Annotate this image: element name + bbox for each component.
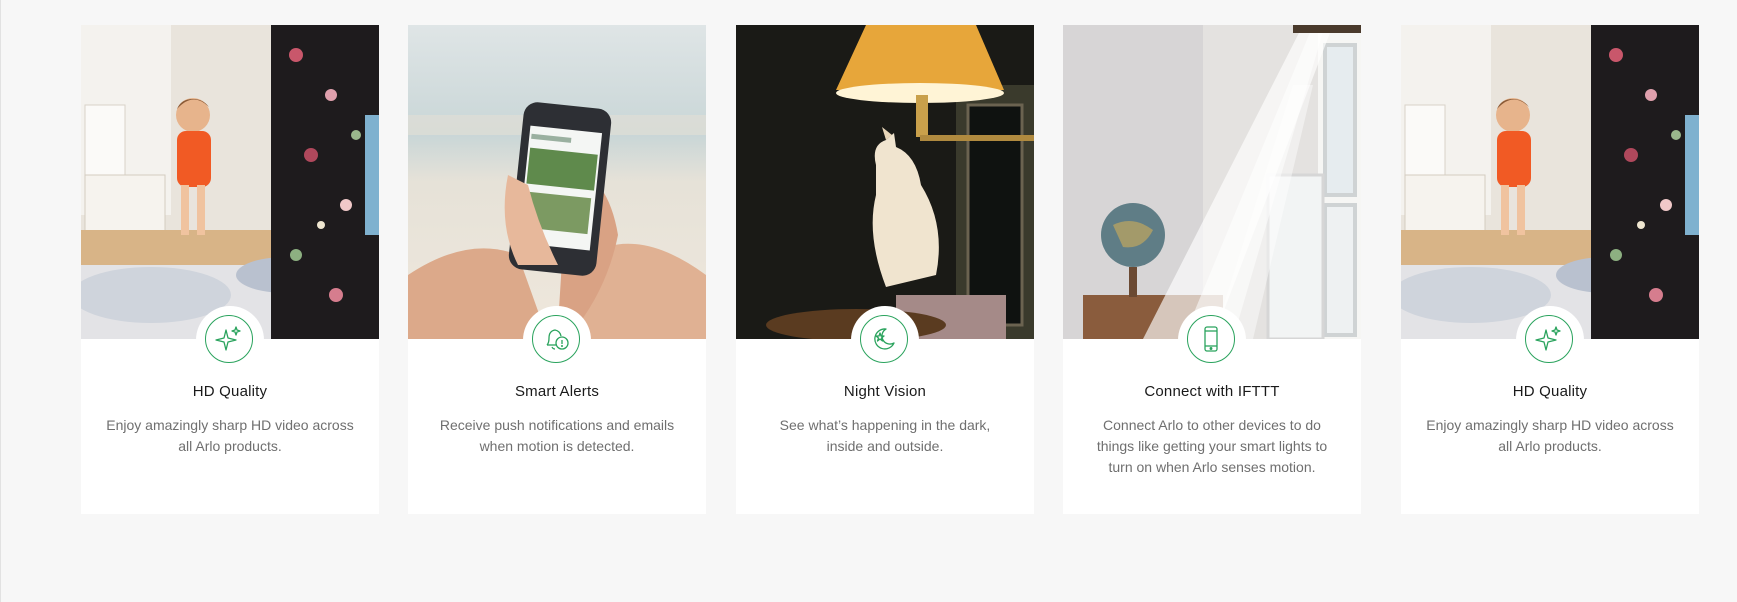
feature-title: HD Quality <box>1512 383 1588 400</box>
feature-card-hd-quality[interactable]: HD Quality Enjoy amazingly sharp HD vide… <box>81 25 379 514</box>
feature-title: Night Vision <box>843 383 927 400</box>
child-in-bedroom-photo <box>81 25 379 339</box>
child-in-bedroom-photo <box>1401 25 1699 339</box>
icon-badge <box>196 306 264 374</box>
feature-description: Enjoy amazingly sharp HD video across al… <box>1426 417 1674 454</box>
cat-under-lamp-photo <box>736 25 1034 339</box>
sparkle-icon <box>1525 315 1573 363</box>
phone-in-hands-photo <box>408 25 706 339</box>
feature-card-smart-alerts[interactable]: Smart Alerts Receive push notifications … <box>408 25 706 514</box>
feature-title: Connect with IFTTT <box>1144 383 1280 400</box>
feature-description: Enjoy amazingly sharp HD video across al… <box>106 417 354 454</box>
sparkle-icon <box>205 315 253 363</box>
icon-badge <box>523 306 591 374</box>
icon-badge <box>1178 306 1246 374</box>
feature-description: Receive push notifications and emails wh… <box>439 417 675 454</box>
feature-card-hd-quality-repeat[interactable]: HD Quality Enjoy amazingly sharp HD vide… <box>1401 25 1699 514</box>
feature-card-night-vision[interactable]: Night Vision See what’s happening in the… <box>736 25 1034 514</box>
icon-badge <box>1516 306 1584 374</box>
feature-description: Connect Arlo to other devices to do thin… <box>1096 417 1328 475</box>
features-carousel: HD Quality Enjoy amazingly sharp HD vide… <box>0 0 1737 602</box>
moon-star-icon <box>860 315 908 363</box>
icon-badge <box>851 306 919 374</box>
bell-alert-icon <box>532 315 580 363</box>
curtain-window-photo <box>1063 25 1361 339</box>
feature-description: See what’s happening in the dark, inside… <box>779 417 991 454</box>
smartphone-icon <box>1187 315 1235 363</box>
feature-card-connect-ifttt[interactable]: Connect with IFTTT Connect Arlo to other… <box>1063 25 1361 514</box>
feature-title: HD Quality <box>192 383 268 400</box>
feature-title: Smart Alerts <box>514 383 600 400</box>
